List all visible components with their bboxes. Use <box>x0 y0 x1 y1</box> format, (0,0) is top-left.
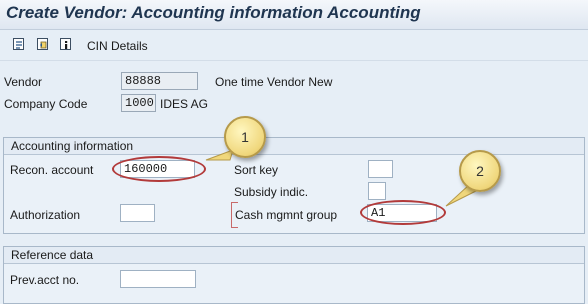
reference-data-group: Reference data <box>3 246 585 304</box>
prev-acct-input[interactable] <box>120 270 196 288</box>
prev-acct-label: Prev.acct no. <box>10 273 80 287</box>
callout-2: 2 <box>459 150 501 192</box>
reference-data-title: Reference data <box>11 248 94 262</box>
callout-1: 1 <box>224 116 266 158</box>
reference-data-header: Reference data <box>4 247 584 264</box>
